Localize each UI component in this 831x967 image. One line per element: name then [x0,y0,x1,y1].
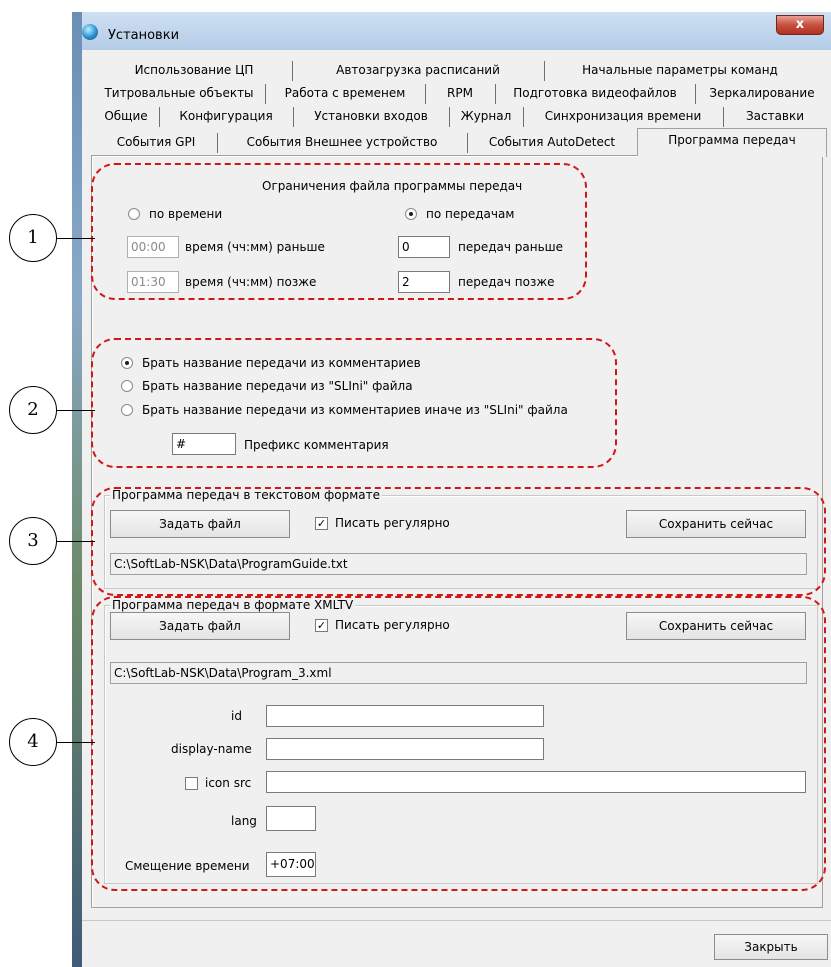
annotation-frame-3 [91,487,826,596]
callout-4-leader [55,742,95,743]
tab-autodetect-events[interactable]: События AutoDetect [467,133,637,153]
tab-journal[interactable]: Журнал [449,107,524,127]
tab-input-settings[interactable]: Установки входов [293,107,450,127]
tab-general[interactable]: Общие [93,107,160,127]
tab-initial-command-params[interactable]: Начальные параметры команд [544,61,816,81]
tab-video-prep[interactable]: Подготовка видеофайлов [495,84,696,104]
tab-external-device-events[interactable]: События Внешнее устройство [217,133,468,153]
tab-program-guide[interactable]: Программа передач [640,131,824,151]
tab-cpu-usage[interactable]: Использование ЦП [96,61,293,81]
active-tab-joint [638,154,826,157]
callout-2: 2 [9,386,57,434]
footer-separator [82,920,831,921]
callout-2-leader [55,410,95,411]
tab-gpi-events[interactable]: События GPI [95,133,218,153]
tab-configuration[interactable]: Конфигурация [159,107,294,127]
window-title: Установки [108,28,180,43]
callout-3-leader [55,541,95,542]
window-left-border [72,12,82,967]
tab-mirroring[interactable]: Зеркалирование [695,84,829,104]
annotation-frame-1 [91,163,587,300]
tab-title-objects[interactable]: Титровальные объекты [93,84,266,104]
tab-schedule-autoload[interactable]: Автозагрузка расписаний [292,61,545,81]
tab-time-work[interactable]: Работа с временем [265,84,426,104]
close-window-button[interactable]: x [776,15,824,35]
annotation-frame-4 [91,596,826,891]
callout-4: 4 [9,718,57,766]
title-bar[interactable] [72,12,831,52]
tab-screensavers[interactable]: Заставки [723,107,827,127]
close-button[interactable]: Закрыть [714,934,828,960]
annotation-frame-2 [91,338,617,468]
callout-1: 1 [9,214,57,262]
callout-1-leader [55,238,95,239]
tab-time-sync[interactable]: Синхронизация времени [523,107,724,127]
tab-rpm[interactable]: RPM [425,84,496,104]
callout-3: 3 [9,517,57,565]
globe-icon [82,24,98,40]
